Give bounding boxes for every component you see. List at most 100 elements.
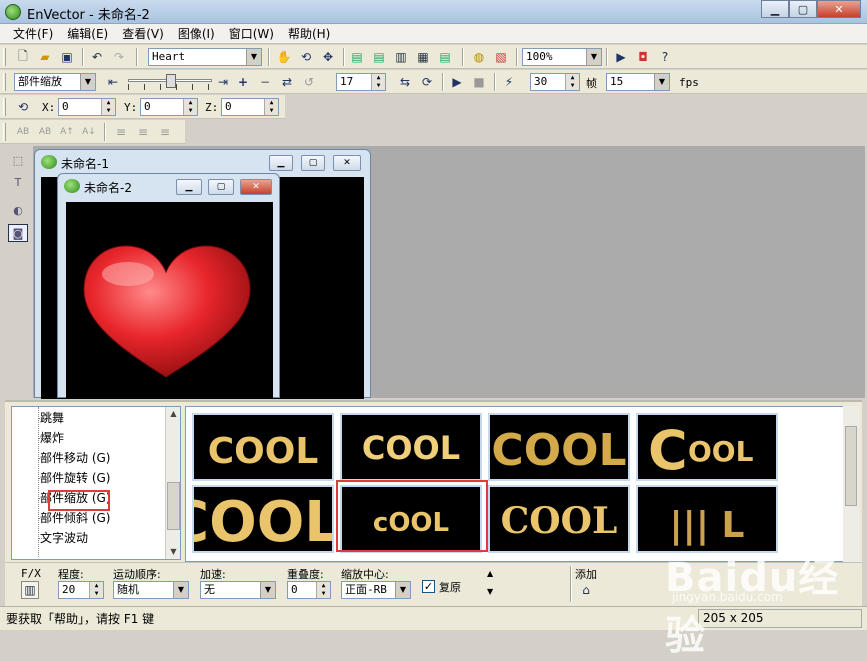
child1-close-button[interactable]: ✕ <box>333 155 361 171</box>
child-window-2[interactable]: 未命名-2 ▁ ▢ ✕ <box>57 173 280 399</box>
effect-combo[interactable]: 部件缩放 ▼ <box>14 73 96 91</box>
chevron-down-icon[interactable]: ▼ <box>173 582 188 598</box>
properties-icon[interactable]: ▧ <box>492 48 510 66</box>
stop-icon[interactable]: ■ <box>470 73 488 91</box>
scroll-up-icon[interactable]: ▲ <box>166 407 181 421</box>
restore-checkbox[interactable]: ✓ <box>422 580 435 593</box>
swap-frames-icon[interactable]: ⇄ <box>278 73 296 91</box>
gallery-scroll-thumb[interactable] <box>845 426 857 506</box>
menu-file[interactable]: 文件(F) <box>6 24 60 44</box>
effect-tile-8[interactable]: ||| L <box>636 485 778 553</box>
node-tool-icon[interactable]: ◐ <box>8 202 28 220</box>
reverse-icon[interactable]: ↺ <box>300 73 318 91</box>
accel-combo[interactable]: 无 ▼ <box>200 581 276 599</box>
loop-icon[interactable]: ⇆ <box>396 73 414 91</box>
rotate-axis-icon[interactable]: ⟲ <box>14 98 32 116</box>
undo-icon[interactable]: ↶ <box>88 48 106 66</box>
view-bottom-icon[interactable]: ▤ <box>436 48 454 66</box>
order-combo[interactable]: 随机 ▼ <box>113 581 189 599</box>
effect-tile-3[interactable]: COOL <box>488 413 630 481</box>
refresh-icon[interactable]: ⟳ <box>418 73 436 91</box>
open-folder-icon[interactable]: ▰ <box>36 48 54 66</box>
frame-count-spin[interactable]: 17 ▲ ▼ <box>336 73 386 91</box>
zoom-combo[interactable]: 100% ▼ <box>522 48 602 66</box>
add-frame-icon[interactable]: + <box>234 73 252 91</box>
render-icon[interactable]: ▶ <box>612 48 630 66</box>
scroll-down-icon[interactable]: ▼ <box>166 545 181 559</box>
add-house-icon[interactable]: ⌂ <box>577 581 595 599</box>
select-tool-icon[interactable]: ⬚ <box>8 152 28 170</box>
shape-combo[interactable]: Heart ▼ <box>148 48 262 66</box>
transform-select-icon[interactable]: ◙ <box>8 224 28 242</box>
rotate-tool-icon[interactable]: ⟲ <box>297 48 315 66</box>
child1-minimize-button[interactable]: ▁ <box>269 155 293 171</box>
tree-scrollbar[interactable]: ▲ ▼ <box>165 407 180 559</box>
close-button[interactable]: ✕ <box>817 0 861 18</box>
remove-frame-icon[interactable]: − <box>256 73 274 91</box>
hand-icon[interactable]: ✋ <box>275 48 293 66</box>
effect-tile-2[interactable]: COOL <box>340 413 482 481</box>
effects-tree[interactable]: 跳舞 爆炸 部件移动 (G) 部件旋转 (G) 部件缩放 (G) 部件倾斜 (G… <box>11 406 181 560</box>
tree-item-part-move[interactable]: 部件移动 (G) <box>40 448 110 468</box>
last-frame-icon[interactable]: ⇥ <box>214 73 232 91</box>
frame-slider[interactable] <box>128 74 212 90</box>
effect-tile-4[interactable]: C OOL <box>636 413 778 481</box>
spin-arrows-icon[interactable]: ▲ ▼ <box>264 99 278 115</box>
export-icon[interactable]: ◘ <box>634 48 652 66</box>
save-icon[interactable]: ▣ <box>58 48 76 66</box>
app-icon[interactable] <box>5 4 21 20</box>
text-raise-icon[interactable]: A↑ <box>58 123 76 141</box>
text-compress-icon[interactable]: AB <box>36 123 54 141</box>
tree-item-explode[interactable]: 爆炸 <box>40 428 64 448</box>
spin-arrows-icon[interactable]: ▲ ▼ <box>89 582 103 598</box>
tree-item-dance[interactable]: 跳舞 <box>40 408 64 428</box>
menu-edit[interactable]: 编辑(E) <box>60 24 115 44</box>
spin-arrows-icon[interactable]: ▲ ▼ <box>316 582 330 598</box>
child2-minimize-button[interactable]: ▁ <box>176 179 202 195</box>
view-top-icon[interactable]: ▦ <box>414 48 432 66</box>
view-front-icon[interactable]: ▤ <box>348 48 366 66</box>
z-spin[interactable]: 0 ▲ ▼ <box>221 98 279 116</box>
chevron-down-icon[interactable]: ▼ <box>586 49 601 65</box>
chevron-down-icon[interactable]: ▼ <box>80 74 95 90</box>
fx-icon[interactable]: ▥ <box>21 581 39 599</box>
menu-help[interactable]: 帮助(H) <box>281 24 337 44</box>
align-right-icon[interactable]: ≡ <box>156 123 174 141</box>
new-file-icon[interactable]: 🗋 <box>14 48 32 66</box>
text-lower-icon[interactable]: A↓ <box>80 123 98 141</box>
first-frame-icon[interactable]: ⇤ <box>104 73 122 91</box>
spin-arrows-icon[interactable]: ▲ ▼ <box>371 74 385 90</box>
speed-icon[interactable]: ⚡ <box>500 73 518 91</box>
menu-window[interactable]: 窗口(W) <box>222 24 281 44</box>
align-center-icon[interactable]: ≡ <box>134 123 152 141</box>
view-back-icon[interactable]: ▤ <box>370 48 388 66</box>
menu-image[interactable]: 图像(I) <box>171 24 222 44</box>
chevron-down-icon[interactable]: ▼ <box>395 582 410 598</box>
fps-combo[interactable]: 15 ▼ <box>606 73 670 91</box>
effect-tile-5[interactable]: COOL <box>192 485 334 553</box>
spin-arrows-icon[interactable]: ▲ ▼ <box>183 99 197 115</box>
scroll-up-icon[interactable]: ▲ <box>487 569 493 578</box>
menu-view[interactable]: 查看(V) <box>115 24 171 44</box>
effect-tile-7[interactable]: COOL <box>488 485 630 553</box>
view-side-icon[interactable]: ▥ <box>392 48 410 66</box>
degree-spin[interactable]: 20 ▲ ▼ <box>58 581 104 599</box>
child1-maximize-button[interactable]: ▢ <box>301 155 325 171</box>
tree-item-text-wave[interactable]: 文字波动 <box>40 528 88 548</box>
play-icon[interactable]: ▶ <box>448 73 466 91</box>
effect-tile-1[interactable]: COOL <box>192 413 334 481</box>
redo-icon[interactable]: ↷ <box>110 48 128 66</box>
x-spin[interactable]: 0 ▲ ▼ <box>58 98 116 116</box>
canvas-2[interactable] <box>66 202 273 399</box>
tree-item-part-skew[interactable]: 部件倾斜 (G) <box>40 508 110 528</box>
transform-tool-icon[interactable]: ✥ <box>319 48 337 66</box>
help-pointer-icon[interactable]: ? <box>656 48 674 66</box>
maximize-button[interactable]: ▢ <box>789 0 817 18</box>
heart-shape[interactable] <box>66 202 273 399</box>
chevron-down-icon[interactable]: ▼ <box>260 582 275 598</box>
chevron-down-icon[interactable]: ▼ <box>654 74 669 90</box>
duration-spin[interactable]: 30 ▲ ▼ <box>530 73 580 91</box>
child2-maximize-button[interactable]: ▢ <box>208 179 234 195</box>
globe-icon[interactable]: ◍ <box>470 48 488 66</box>
spin-arrows-icon[interactable]: ▲ ▼ <box>565 74 579 90</box>
